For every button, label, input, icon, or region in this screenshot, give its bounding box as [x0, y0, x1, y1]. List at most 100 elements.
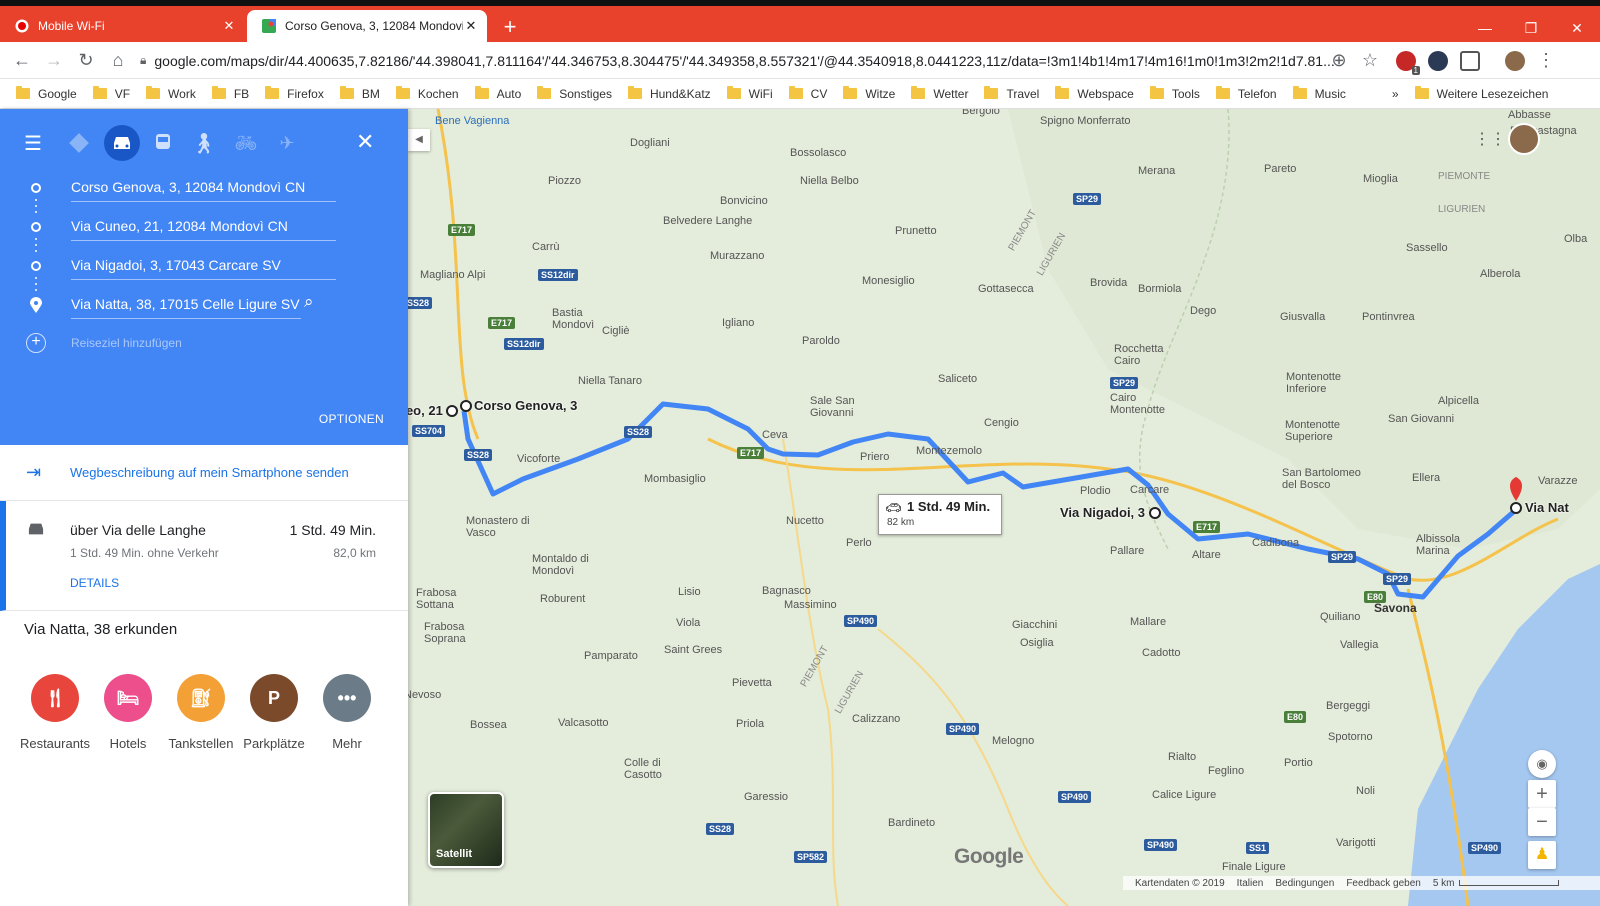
details-button[interactable]: DETAILS [70, 576, 119, 590]
bookmark-vf[interactable]: VF [92, 86, 130, 101]
map-canvas[interactable]: neo, 21 Corso Genova, 3 Via Nigadoi, 3 V… [408, 109, 1600, 906]
menu-kebab-icon[interactable]: ⋮ [1534, 48, 1558, 72]
options-button[interactable]: OPTIONEN [319, 412, 384, 426]
bookmark-star-icon[interactable]: ☆ [1358, 48, 1382, 72]
route-option-card[interactable]: über Via delle Langhe 1 Std. 49 Min. 1 S… [0, 501, 408, 611]
bookmark-google[interactable]: Google [16, 86, 77, 101]
road-badge: SP29 [1110, 377, 1139, 389]
shield-extension-icon[interactable] [1428, 51, 1448, 71]
bookmark-wifi[interactable]: WiFi [726, 86, 773, 101]
bookmark-bm[interactable]: BM [339, 86, 380, 101]
bookmark-webspace[interactable]: Webspace [1055, 86, 1134, 101]
restore-icon[interactable]: ❐ [1508, 14, 1554, 42]
folder-icon [1215, 86, 1230, 99]
road-badge: SP490 [844, 615, 878, 627]
collapse-panel-button[interactable]: ◀ [408, 129, 430, 151]
poi-restaurants[interactable]: 🍴︎ Restaurants [19, 674, 91, 751]
bookmark-sonstiges[interactable]: Sonstiges [537, 86, 612, 101]
add-icon[interactable]: ⊕ [1327, 48, 1351, 72]
place-label: Noli [1356, 785, 1375, 797]
home-icon[interactable]: ⌂ [106, 48, 130, 72]
bookmark-auto[interactable]: Auto [474, 86, 521, 101]
add-destination-icon[interactable]: + [26, 333, 46, 353]
car-mode-icon[interactable] [104, 125, 140, 161]
folder-icon [1292, 86, 1307, 99]
my-location-icon[interactable]: ◉ [1528, 750, 1556, 778]
route-time-box[interactable]: 🚗︎ 1 Std. 49 Min. 82 km [878, 494, 1002, 535]
tab-mobile-wifi[interactable]: Mobile Wi-Fi ✕ [0, 10, 245, 42]
close-tab-icon[interactable]: ✕ [221, 18, 237, 34]
terms-link[interactable]: Bedingungen [1275, 878, 1334, 889]
bookmark-travel[interactable]: Travel [984, 86, 1039, 101]
bookmark-telefon[interactable]: Telefon [1215, 86, 1277, 101]
satellite-toggle[interactable]: Satellit [428, 792, 504, 868]
folder-icon [211, 86, 226, 99]
poi-hotels[interactable]: 🛏︎ Hotels [92, 674, 164, 751]
zoom-in-button[interactable]: + [1528, 780, 1556, 808]
forward-icon[interactable]: → [42, 48, 66, 72]
search-icon[interactable]: ⌕ [304, 292, 314, 312]
waypoint-input[interactable]: Via Nigadoi, 3, 17043 Carcare SV [71, 250, 336, 280]
walk-mode-icon[interactable]: 🚶︎ [186, 125, 222, 161]
scale-label[interactable]: 5 km [1433, 878, 1455, 889]
directions-header: ☰ 🚶︎ 🚲︎ ✈ ✕ Corso Genova, 3, 12084 Mondo… [0, 109, 408, 445]
bookmark-firefox[interactable]: Firefox [265, 86, 324, 101]
zoom-out-button[interactable]: − [1528, 808, 1556, 836]
close-window-icon[interactable]: ✕ [1554, 14, 1600, 42]
apps-grid-icon[interactable]: ⋮⋮ [1474, 129, 1506, 149]
folder-icon [1149, 86, 1164, 99]
waypoint-via-natta[interactable] [1510, 502, 1522, 514]
street-view-pegman-icon[interactable]: ♟ [1528, 841, 1556, 869]
bookmark-work[interactable]: Work [146, 86, 196, 101]
hamburger-menu-icon[interactable]: ☰ [24, 131, 46, 156]
transit-mode-icon[interactable] [145, 125, 181, 161]
connector-dot [35, 283, 37, 285]
poi-gas-stations[interactable]: ⛽︎ Tankstellen [165, 674, 237, 751]
road-badge: SP490 [1058, 791, 1092, 803]
start-input[interactable]: Corso Genova, 3, 12084 Mondovì CN [71, 172, 336, 202]
poi-more[interactable]: ••• Mehr [311, 674, 383, 751]
close-tab-icon[interactable]: ✕ [463, 18, 479, 34]
bookmark-cv[interactable]: CV [788, 86, 827, 101]
add-destination-button[interactable]: Reiseziel hinzufügen [71, 336, 182, 350]
account-avatar[interactable] [1508, 123, 1540, 155]
best-route-mode-icon[interactable] [61, 125, 97, 161]
close-directions-icon[interactable]: ✕ [356, 129, 380, 155]
waypoint-input[interactable]: Via Cuneo, 21, 12084 Mondovì CN [71, 211, 336, 241]
bike-mode-icon[interactable]: 🚲︎ [228, 125, 264, 161]
flight-mode-icon[interactable]: ✈ [269, 125, 305, 161]
destination-input[interactable]: Via Natta, 38, 17015 Celle Ligure SV [71, 289, 301, 319]
bookmarks-overflow-button[interactable]: » [1392, 87, 1399, 101]
bookmark-tools[interactable]: Tools [1149, 86, 1200, 101]
poi-parking[interactable]: P Parkplätze [238, 674, 310, 751]
bookmark-fb[interactable]: FB [211, 86, 249, 101]
place-label: Massimino [784, 599, 837, 611]
place-label: Pareto [1264, 163, 1297, 175]
send-to-phone-row[interactable]: ⇥ Wegbeschreibung auf mein Smartphone se… [0, 445, 408, 501]
connector-dot [35, 205, 37, 207]
connector-dot [35, 244, 37, 246]
bookmark-other[interactable]: Weitere Lesezeichen [1414, 86, 1548, 101]
reload-icon[interactable]: ↻ [74, 48, 98, 72]
waypoint-via-nigadoi[interactable] [1149, 507, 1161, 519]
waypoint-via-cuneo[interactable] [446, 405, 458, 417]
screenshot-extension-icon[interactable] [1460, 51, 1480, 71]
back-icon[interactable]: ← [10, 48, 34, 72]
place-label: Bossolasco [790, 147, 847, 159]
place-label: Monesiglio [862, 275, 915, 287]
tab-google-maps[interactable]: Corso Genova, 3, 12084 Mondovi ✕ [247, 10, 487, 42]
minimize-icon[interactable]: — [1462, 14, 1508, 42]
bookmark-music[interactable]: Music [1292, 86, 1346, 101]
bookmark-hund-katz[interactable]: Hund&Katz [627, 86, 711, 101]
feedback-link[interactable]: Feedback geben [1346, 878, 1421, 889]
profile-avatar[interactable] [1505, 51, 1525, 71]
bookmark-kochen[interactable]: Kochen [395, 86, 459, 101]
waypoint-corso-genova[interactable] [460, 400, 472, 412]
address-bar[interactable]: 🔒︎ google.com/maps/dir/44.400635,7.82186… [140, 46, 1420, 75]
bookmark-witze[interactable]: Witze [843, 86, 895, 101]
adblock-extension-icon[interactable]: 1 [1396, 51, 1420, 75]
folder-icon [984, 86, 999, 99]
new-tab-button[interactable]: + [498, 16, 522, 40]
country-link[interactable]: Italien [1237, 878, 1264, 889]
bookmark-wetter[interactable]: Wetter [911, 86, 968, 101]
